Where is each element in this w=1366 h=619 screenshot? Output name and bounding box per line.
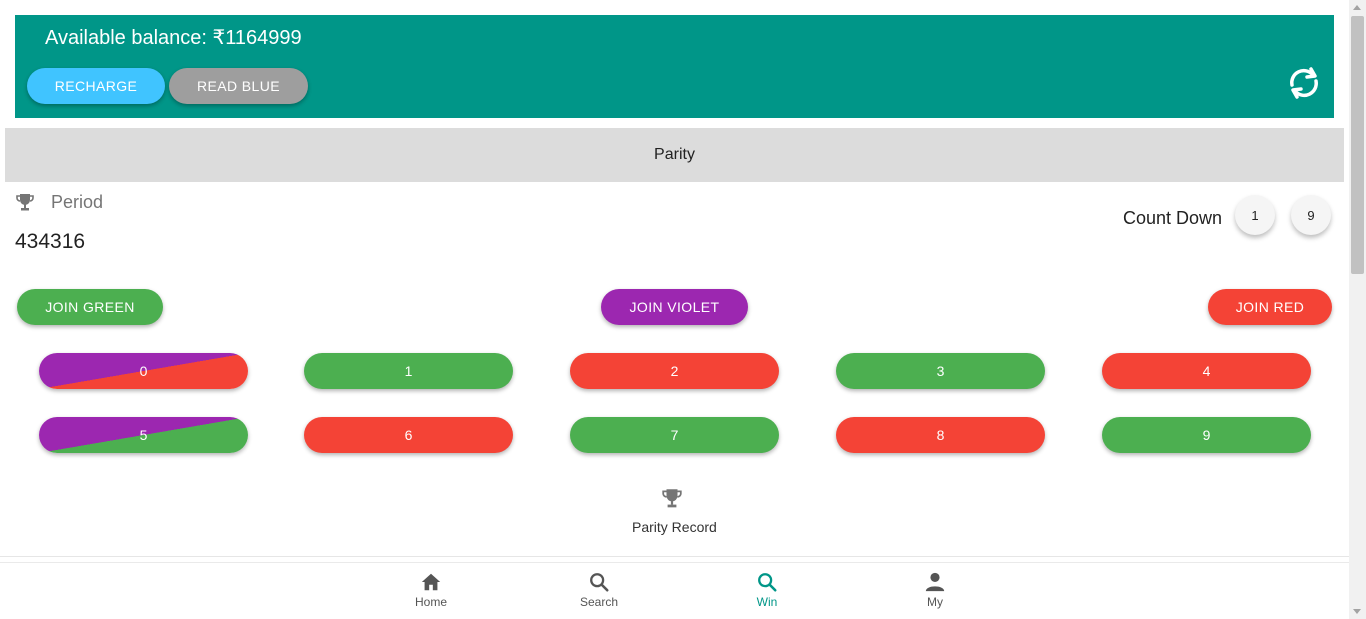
countdown-label: Count Down <box>1123 208 1223 228</box>
tab-parity[interactable]: Parity <box>5 128 1344 182</box>
scroll-up-icon[interactable] <box>1353 5 1361 10</box>
nav-home-label: Home <box>414 595 447 609</box>
countdown-digit: 1 <box>1235 195 1275 235</box>
number-button-8[interactable]: 8 <box>836 417 1045 453</box>
number-button-9[interactable]: 9 <box>1102 417 1311 453</box>
nav-win-label: Win <box>756 595 778 609</box>
scrollbar[interactable] <box>1349 0 1366 619</box>
nav-search-label: Search <box>579 595 619 609</box>
join-green-button[interactable]: JOIN GREEN <box>17 289 163 325</box>
number-button-2[interactable]: 2 <box>570 353 779 389</box>
search-icon <box>590 573 609 592</box>
nav-my[interactable]: My <box>895 571 975 609</box>
balance-card: Available balance: ₹1164999 RECHARGE REA… <box>15 15 1334 118</box>
trophy-icon <box>16 194 34 211</box>
number-button-5[interactable]: 5 <box>39 417 248 453</box>
recharge-button[interactable]: RECHARGE <box>27 68 165 104</box>
join-violet-button[interactable]: JOIN VIOLET <box>601 289 748 325</box>
bottom-nav: Home Search Win My <box>0 562 1349 619</box>
nav-home[interactable]: Home <box>391 571 471 609</box>
tab-parity-label: Parity <box>654 146 695 163</box>
person-icon <box>925 572 945 592</box>
scroll-down-icon[interactable] <box>1353 609 1361 614</box>
number-button-3[interactable]: 3 <box>836 353 1045 389</box>
refresh-icon[interactable] <box>1285 63 1323 103</box>
number-button-4[interactable]: 4 <box>1102 353 1311 389</box>
number-button-0[interactable]: 0 <box>39 353 248 389</box>
nav-my-label: My <box>927 595 943 609</box>
nav-win[interactable]: Win <box>727 571 807 609</box>
number-button-1[interactable]: 1 <box>304 353 513 389</box>
scroll-thumb[interactable] <box>1351 16 1364 274</box>
divider <box>0 556 1349 557</box>
home-icon <box>421 573 441 591</box>
parity-record-label: Parity Record <box>632 519 717 535</box>
number-button-6[interactable]: 6 <box>304 417 513 453</box>
period-value: 434316 <box>15 230 86 253</box>
period-label: Period <box>51 192 104 212</box>
number-button-7[interactable]: 7 <box>570 417 779 453</box>
read-blue-button[interactable]: READ BLUE <box>169 68 308 104</box>
nav-search[interactable]: Search <box>559 571 639 609</box>
search-icon <box>758 573 777 592</box>
trophy-icon <box>662 489 682 508</box>
join-red-button[interactable]: JOIN RED <box>1208 289 1332 325</box>
available-balance: Available balance: ₹1164999 <box>45 27 302 49</box>
countdown-digit: 9 <box>1291 195 1331 235</box>
